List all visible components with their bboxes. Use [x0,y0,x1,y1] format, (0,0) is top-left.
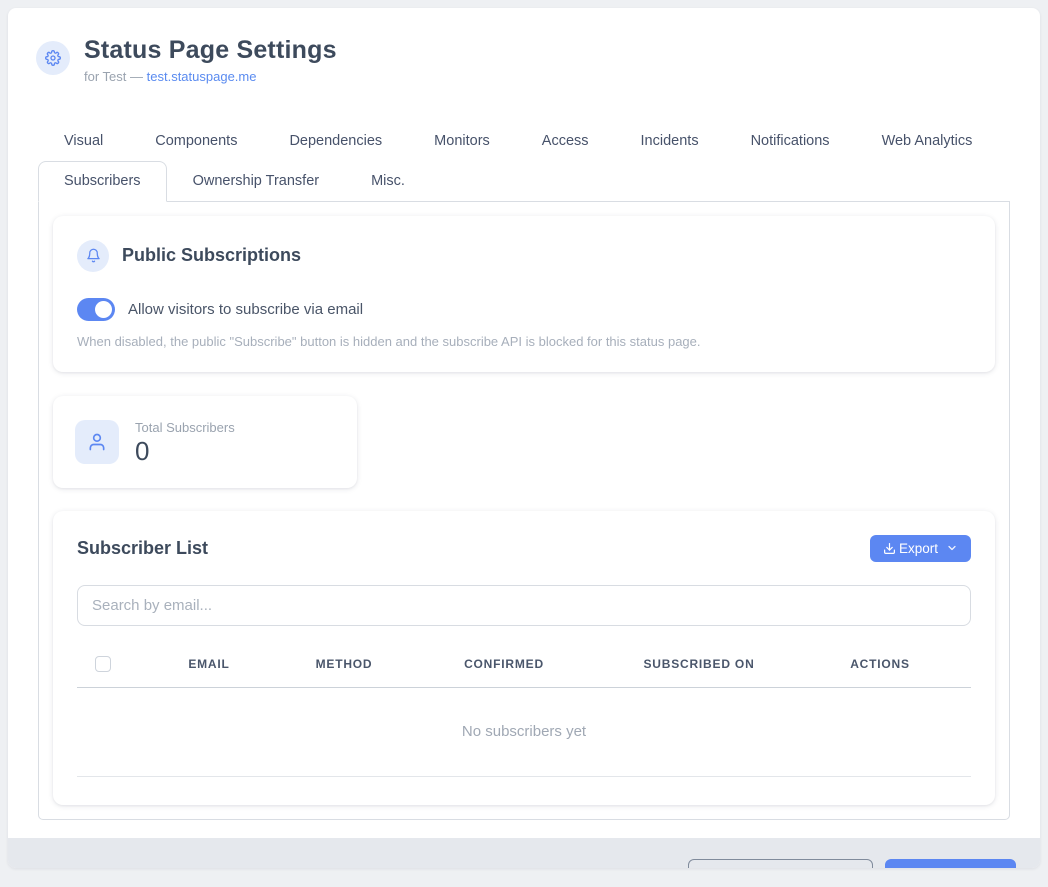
view-status-page-button[interactable]: View your status page [688,859,873,868]
tab-subscribers[interactable]: Subscribers [38,161,167,202]
tab-notifications[interactable]: Notifications [725,121,856,161]
download-icon [883,542,896,555]
header-titles: Status Page Settings for Test — test.sta… [84,36,337,84]
column-email: EMAIL [129,657,289,671]
export-button-label: Export [899,541,938,556]
tab-row-2: Subscribers Ownership Transfer Misc. [38,161,1010,202]
total-subscribers-value: 0 [135,438,235,464]
subscriber-table-header: EMAIL METHOD CONFIRMED SUBSCRIBED ON ACT… [77,646,971,688]
save-settings-button[interactable]: Save Settings [885,859,1016,868]
column-subscribed-on: SUBSCRIBED ON [609,657,789,671]
subscribe-toggle-row: Allow visitors to subscribe via email [77,298,971,321]
toggle-knob [95,301,112,318]
subtitle-prefix: for Test — [84,69,147,84]
status-page-settings-card: Status Page Settings for Test — test.sta… [8,8,1040,868]
tab-components[interactable]: Components [129,121,263,161]
subscriber-list-header: Subscriber List Export [77,535,971,562]
subscribe-help-text: When disabled, the public "Subscribe" bu… [77,334,971,349]
tab-misc[interactable]: Misc. [345,161,431,201]
select-all-checkbox[interactable] [95,656,111,672]
bell-icon [77,240,109,272]
column-method: METHOD [289,657,399,671]
tab-access[interactable]: Access [516,121,615,161]
page-title: Status Page Settings [84,36,337,65]
select-all-cell [77,656,129,672]
page-subtitle: for Test — test.statuspage.me [84,69,337,84]
export-button[interactable]: Export [870,535,971,562]
public-subscriptions-heading: Public Subscriptions [122,245,301,266]
chevron-down-icon [946,542,958,554]
tab-web-analytics[interactable]: Web Analytics [856,121,999,161]
gear-icon [36,41,70,75]
subscribe-toggle-label: Allow visitors to subscribe via email [128,301,363,318]
empty-state-text: No subscribers yet [77,688,971,777]
tab-ownership-transfer[interactable]: Ownership Transfer [167,161,346,201]
footer-bar: View your status page Save Settings [8,838,1040,868]
tab-incidents[interactable]: Incidents [615,121,725,161]
page-header: Status Page Settings for Test — test.sta… [8,8,1040,84]
subscriber-list-heading: Subscriber List [77,538,208,559]
column-actions: ACTIONS [789,657,971,671]
subscriber-list-card: Subscriber List Export [53,511,995,805]
tab-visual[interactable]: Visual [38,121,129,161]
allow-subscribe-toggle[interactable] [77,298,115,321]
public-subscriptions-card: Public Subscriptions Allow visitors to s… [53,216,995,372]
person-icon [75,420,119,464]
settings-tabs: Visual Components Dependencies Monitors … [38,121,1010,202]
tab-monitors[interactable]: Monitors [408,121,516,161]
tab-dependencies[interactable]: Dependencies [263,121,408,161]
total-subscribers-card: Total Subscribers 0 [53,396,357,488]
column-confirmed: CONFIRMED [399,657,609,671]
status-page-link[interactable]: test.statuspage.me [147,69,257,84]
search-input[interactable] [77,585,971,626]
subscribers-panel: Public Subscriptions Allow visitors to s… [38,202,1010,820]
total-subscribers-label: Total Subscribers [135,420,235,435]
public-subscriptions-heading-row: Public Subscriptions [77,240,971,272]
total-subscribers-stat: Total Subscribers 0 [135,420,235,464]
tab-row-1: Visual Components Dependencies Monitors … [38,121,1010,161]
